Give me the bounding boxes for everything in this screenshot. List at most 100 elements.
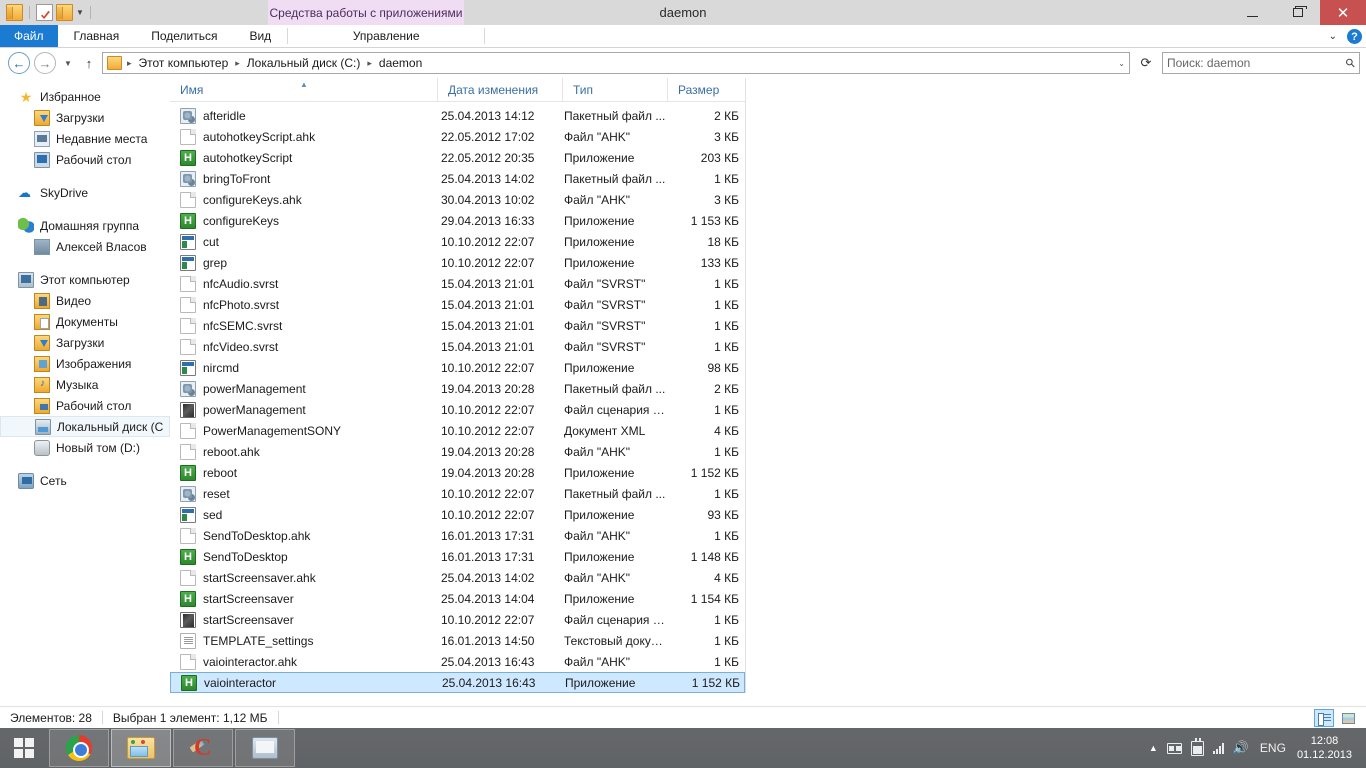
generic-file-icon (180, 129, 196, 145)
column-header-name[interactable]: Имя ▲ (170, 78, 437, 102)
table-row[interactable]: HconfigureKeys29.04.2013 16:33Приложение… (170, 210, 745, 231)
search-icon[interactable]: ⚲ (1343, 55, 1359, 71)
sidebar-item-homegroup[interactable]: Домашняя группа (0, 215, 170, 236)
close-button[interactable]: ✕ (1320, 0, 1366, 25)
table-row[interactable]: TEMPLATE_settings16.01.2013 14:50Текстов… (170, 630, 745, 651)
table-row[interactable]: grep10.10.2012 22:07Приложение133 КБ (170, 252, 745, 273)
start-button[interactable] (0, 728, 48, 768)
table-row[interactable]: vaiointeractor.ahk25.04.2013 16:43Файл "… (170, 651, 745, 672)
chevron-down-icon-ribbon[interactable]: ⌄ (1329, 31, 1337, 42)
sidebar-item-downloads[interactable]: Загрузки (0, 107, 170, 128)
table-row[interactable]: nfcAudio.svrst15.04.2013 21:01Файл "SVRS… (170, 273, 745, 294)
chevron-down-icon[interactable]: ▼ (76, 9, 84, 17)
table-row[interactable]: HSendToDesktop16.01.2013 17:31Приложение… (170, 546, 745, 567)
minimize-button[interactable] (1230, 0, 1275, 25)
column-header-date[interactable]: Дата изменения (437, 78, 562, 102)
tab-home[interactable]: Главная (58, 25, 136, 47)
signal-strength-icon[interactable] (1213, 742, 1224, 754)
table-row[interactable]: configureKeys.ahk30.04.2013 10:02Файл "A… (170, 189, 745, 210)
table-row[interactable]: SendToDesktop.ahk16.01.2013 17:31Файл "A… (170, 525, 745, 546)
table-row[interactable]: reset10.10.2012 22:07Пакетный файл ...1 … (170, 483, 745, 504)
sidebar-item-desktop[interactable]: Рабочий стол (0, 149, 170, 170)
cell-name: vaiointeractor.ahk (170, 654, 437, 670)
taskbar-chrome[interactable] (49, 729, 109, 767)
view-large-icons-button[interactable] (1338, 709, 1358, 727)
clock[interactable]: 12:08 01.12.2013 (1297, 734, 1358, 762)
breadcrumb[interactable]: ▸ Этот компьютер ▸ Локальный диск (C:) ▸… (102, 52, 1130, 74)
table-row[interactable]: reboot.ahk19.04.2013 20:28Файл "AHK"1 КБ (170, 441, 745, 462)
sidebar-item-local-disk[interactable]: Локальный диск (C (0, 416, 170, 437)
forward-button[interactable]: → (34, 52, 56, 74)
taskbar-monitor[interactable] (235, 729, 295, 767)
table-row[interactable]: nfcVideo.svrst15.04.2013 21:01Файл "SVRS… (170, 336, 745, 357)
network-tray-icon[interactable] (1167, 743, 1182, 754)
back-button[interactable]: ← (8, 52, 30, 74)
table-row[interactable]: powerManagement10.10.2012 22:07Файл сцен… (170, 399, 745, 420)
breadcrumb-item-daemon[interactable]: daemon (377, 56, 424, 70)
tab-share[interactable]: Поделиться (135, 25, 233, 47)
sidebar-item-videos[interactable]: Видео (0, 290, 170, 311)
table-row[interactable]: PowerManagementSONY10.10.2012 22:07Докум… (170, 420, 745, 441)
properties-icon[interactable] (36, 4, 53, 21)
cell-name: nfcSEMC.svrst (170, 318, 437, 334)
breadcrumb-item-computer[interactable]: Этот компьютер (137, 56, 231, 70)
table-row[interactable]: afteridle25.04.2013 14:12Пакетный файл .… (170, 105, 745, 126)
refresh-button[interactable]: ⟳ (1134, 52, 1158, 74)
cell-date: 19.04.2013 20:28 (437, 445, 562, 459)
taskbar-explorer[interactable] (111, 729, 171, 767)
column-header-size[interactable]: Размер (667, 78, 745, 102)
file-name-text: startScreensaver.ahk (203, 571, 316, 585)
sidebar-item-network[interactable]: Сеть (0, 470, 170, 491)
maximize-button[interactable] (1275, 0, 1320, 25)
column-header-type[interactable]: Тип (562, 78, 667, 102)
help-icon[interactable]: ? (1347, 29, 1362, 44)
breadcrumb-item-disk[interactable]: Локальный диск (C:) (245, 56, 363, 70)
sidebar-label-music: Музыка (56, 378, 98, 392)
table-row[interactable]: Hreboot19.04.2013 20:28Приложение1 152 К… (170, 462, 745, 483)
folder-icon[interactable] (6, 4, 23, 21)
sidebar-item-music[interactable]: Музыка (0, 374, 170, 395)
cell-type: Пакетный файл ... (562, 172, 667, 186)
table-row[interactable]: Hvaiointeractor25.04.2013 16:43Приложени… (170, 672, 745, 693)
recent-locations-button[interactable]: ▼ (60, 52, 76, 74)
tab-view[interactable]: Вид (233, 25, 287, 47)
view-details-button[interactable] (1314, 709, 1334, 727)
table-row[interactable]: powerManagement19.04.2013 20:28Пакетный … (170, 378, 745, 399)
language-indicator[interactable]: ENG (1258, 741, 1288, 755)
volume-icon[interactable]: 🔊 (1233, 740, 1249, 756)
table-row[interactable]: cut10.10.2012 22:07Приложение18 КБ (170, 231, 745, 252)
table-row[interactable]: autohotkeyScript.ahk22.05.2012 17:02Файл… (170, 126, 745, 147)
sidebar-item-recent-places[interactable]: Недавние места (0, 128, 170, 149)
table-row[interactable]: nircmd10.10.2012 22:07Приложение98 КБ (170, 357, 745, 378)
new-folder-icon[interactable] (56, 4, 73, 21)
cell-type: Приложение (562, 466, 667, 480)
sidebar-item-skydrive[interactable]: ☁ SkyDrive (0, 182, 170, 203)
table-row[interactable]: sed10.10.2012 22:07Приложение93 КБ (170, 504, 745, 525)
sidebar-item-pictures[interactable]: Изображения (0, 353, 170, 374)
battery-icon[interactable] (1191, 741, 1204, 756)
sidebar-item-documents[interactable]: Документы (0, 311, 170, 332)
table-row[interactable]: nfcSEMC.svrst15.04.2013 21:01Файл "SVRST… (170, 315, 745, 336)
table-row[interactable]: bringToFront25.04.2013 14:02Пакетный фай… (170, 168, 745, 189)
chevron-down-icon-address[interactable]: ⌄ (1118, 59, 1125, 68)
table-row[interactable]: startScreensaver10.10.2012 22:07Файл сце… (170, 609, 745, 630)
sidebar-item-favorites[interactable]: ★ Избранное (0, 86, 170, 107)
taskbar-ccleaner[interactable] (173, 729, 233, 767)
table-row[interactable]: nfcPhoto.svrst15.04.2013 21:01Файл "SVRS… (170, 294, 745, 315)
show-hidden-icons-icon[interactable]: ▲ (1149, 743, 1158, 753)
local-disk-icon (35, 419, 51, 435)
tab-manage[interactable]: Управление (288, 25, 484, 47)
file-name-text: PowerManagementSONY (203, 424, 341, 438)
sidebar-item-user[interactable]: Алексей Власов (0, 236, 170, 257)
qat-divider-2 (90, 6, 91, 19)
sidebar-item-desktop-2[interactable]: Рабочий стол (0, 395, 170, 416)
table-row[interactable]: HstartScreensaver25.04.2013 14:04Приложе… (170, 588, 745, 609)
sidebar-item-this-pc[interactable]: Этот компьютер (0, 269, 170, 290)
sidebar-item-downloads-2[interactable]: Загрузки (0, 332, 170, 353)
table-row[interactable]: startScreensaver.ahk25.04.2013 14:02Файл… (170, 567, 745, 588)
search-input[interactable]: Поиск: daemon ⚲ (1162, 52, 1360, 74)
sidebar-item-new-volume[interactable]: Новый том (D:) (0, 437, 170, 458)
up-button[interactable]: ↑ (80, 52, 98, 74)
tab-file[interactable]: Файл (0, 25, 58, 47)
table-row[interactable]: HautohotkeyScript22.05.2012 20:35Приложе… (170, 147, 745, 168)
